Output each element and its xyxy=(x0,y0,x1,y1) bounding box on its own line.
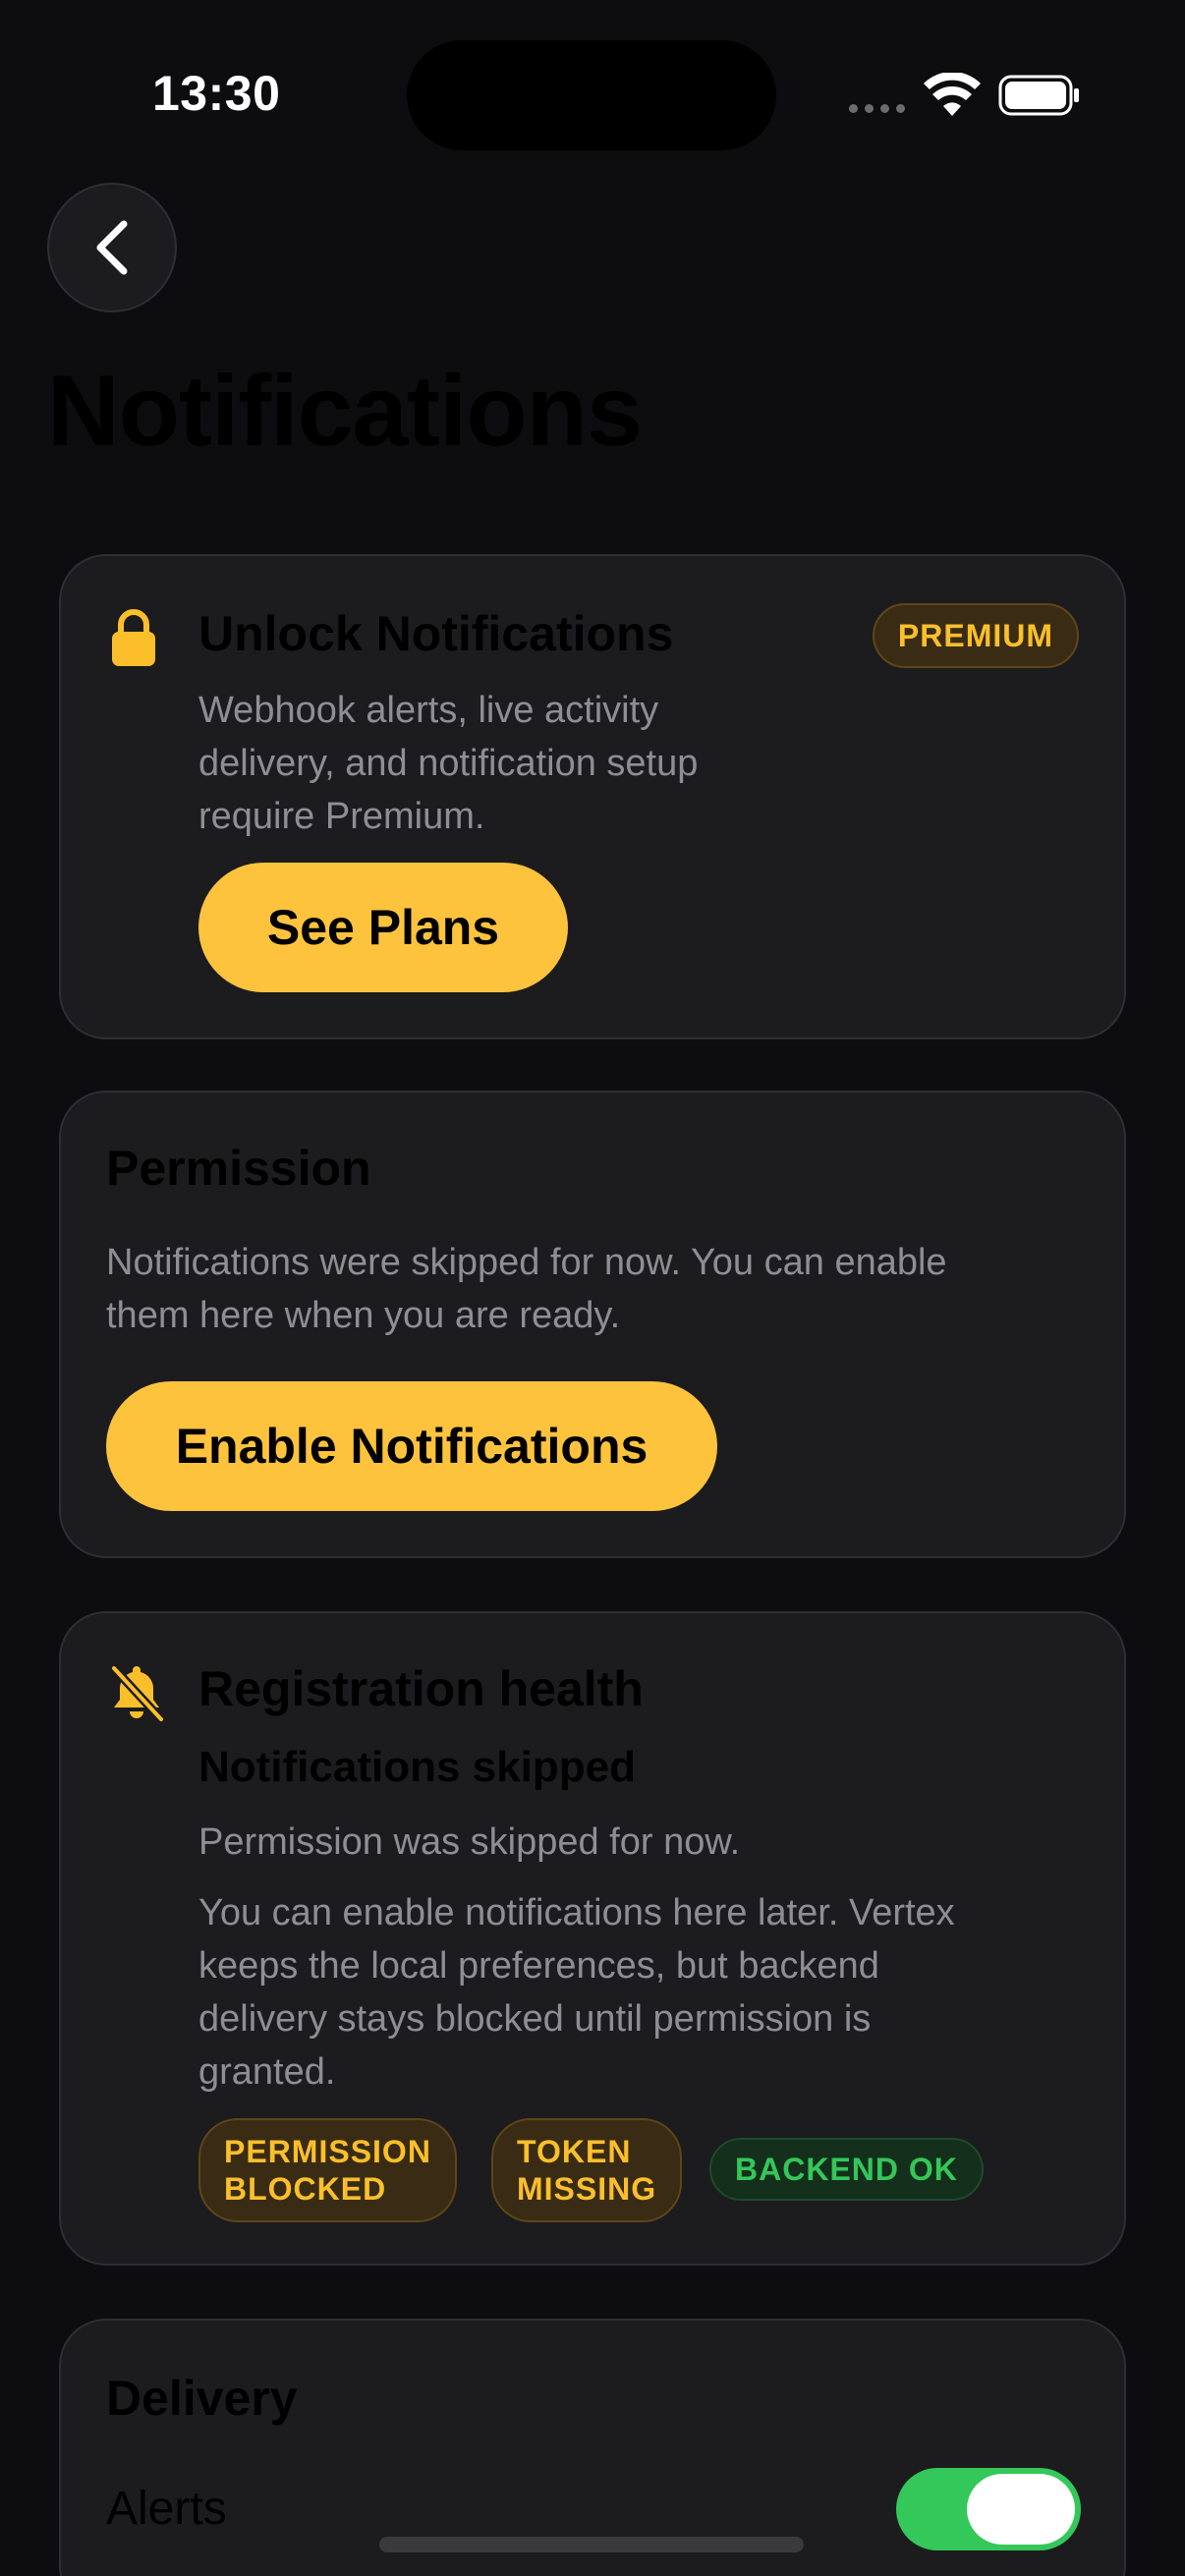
premium-description: Webhook alerts, live activity delivery, … xyxy=(198,690,699,837)
back-button[interactable] xyxy=(47,183,177,312)
alerts-label: Alerts xyxy=(106,2483,227,2535)
alerts-toggle-knob xyxy=(967,2474,1075,2545)
token-missing-tag: TOKEN MISSING xyxy=(491,2118,683,2222)
permission-blocked-tag: PERMISSION BLOCKED xyxy=(198,2118,457,2222)
delivery-title: Delivery xyxy=(106,2371,298,2426)
unlock-notifications-title: Unlock Notifications xyxy=(198,606,674,661)
see-plans-button[interactable]: See Plans xyxy=(198,863,568,992)
unlock-notifications-card: Unlock Notifications PREMIUM Webhook ale… xyxy=(59,554,1126,1039)
home-indicator[interactable] xyxy=(379,2537,804,2552)
cellular-signal-icon xyxy=(849,104,905,113)
page-title: Notifications xyxy=(47,355,643,467)
battery-icon xyxy=(998,75,1079,116)
dynamic-island xyxy=(407,40,776,150)
registration-health-title: Registration health xyxy=(198,1661,644,1716)
bell-slash-icon xyxy=(109,1663,165,1723)
permission-title: Permission xyxy=(106,1141,371,1196)
wifi-icon xyxy=(924,73,981,116)
registration-summary: Permission was skipped for now. xyxy=(198,1821,741,1863)
premium-badge: PREMIUM xyxy=(872,603,1079,668)
registration-detail: You can enable notifications here later.… xyxy=(198,1892,955,2093)
registration-health-card: Registration health Notifications skippe… xyxy=(59,1611,1126,2266)
registration-status: Notifications skipped xyxy=(198,1743,636,1791)
backend-ok-tag: BACKEND OK xyxy=(709,2138,984,2201)
enable-notifications-button[interactable]: Enable Notifications xyxy=(106,1381,717,1511)
alerts-toggle[interactable] xyxy=(896,2468,1081,2550)
notifications-screen: 13:30 Notifications Unlock Notifications… xyxy=(0,0,1185,2576)
status-time: 13:30 xyxy=(152,66,281,121)
permission-card: Permission Notifications were skipped fo… xyxy=(59,1091,1126,1558)
back-chevron-icon xyxy=(96,220,128,275)
permission-description: Notifications were skipped for now. You … xyxy=(106,1242,947,1336)
lock-icon xyxy=(112,609,155,666)
